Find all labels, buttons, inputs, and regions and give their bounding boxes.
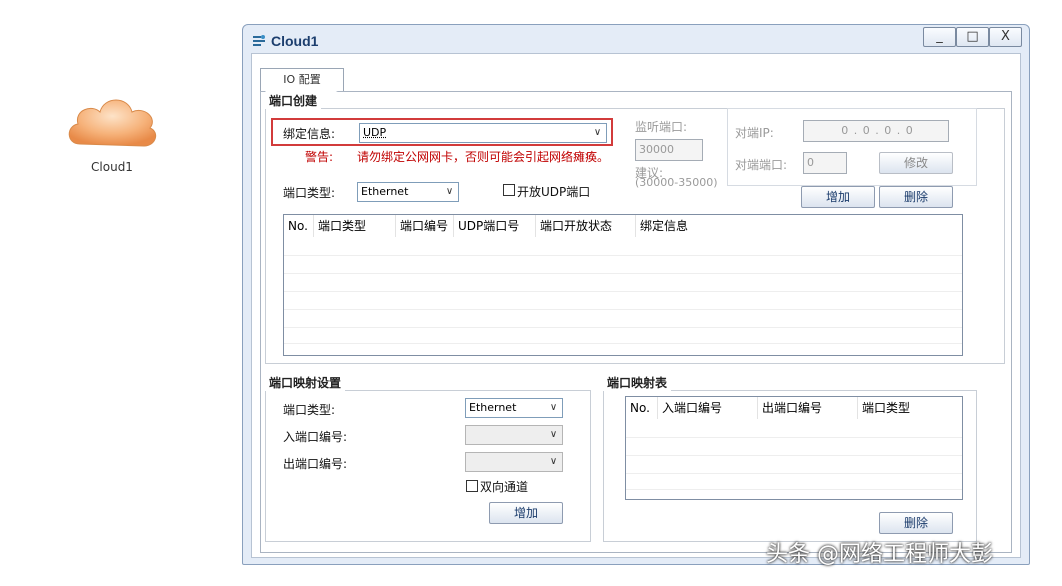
peer-port-label: 对端端口:: [735, 158, 788, 172]
table-row[interactable]: [626, 455, 962, 456]
column-header[interactable]: 端口类型: [858, 397, 962, 419]
minimize-button[interactable]: _: [923, 27, 956, 47]
tab-panel-io-config: 端口创建 绑定信息: UDP ∨ 警告: 请勿绑定公网网卡，否则可能会引起网络瘫…: [260, 90, 1012, 553]
in-port-label: 入端口编号:: [283, 430, 348, 444]
delete-port-button[interactable]: 删除: [879, 186, 953, 208]
table-row[interactable]: [284, 291, 962, 292]
table-row[interactable]: [284, 343, 962, 344]
in-port-select[interactable]: ∨: [465, 425, 563, 445]
warning-text: 请勿绑定公网网卡，否则可能会引起网络瘫痪。: [357, 150, 610, 164]
close-button[interactable]: X: [989, 27, 1022, 47]
tab-io-config[interactable]: IO 配置: [260, 68, 344, 92]
bidirectional-label: 双向通道: [480, 480, 529, 494]
table-row[interactable]: [284, 255, 962, 256]
warning-label: 警告:: [305, 150, 334, 164]
mapping-table[interactable]: No. 入端口编号 出端口编号 端口类型: [625, 396, 963, 500]
table-row[interactable]: [626, 473, 962, 474]
title-bar[interactable]: Cloud1 _ □ X: [243, 25, 1029, 55]
open-udp-checkbox[interactable]: [503, 184, 515, 196]
cloud-config-window: Cloud1 _ □ X IO 配置 端口创建 绑定信息: UDP ∨ 警告: …: [242, 24, 1030, 565]
cloud-device-label: Cloud1: [91, 160, 133, 174]
modify-button[interactable]: 修改: [879, 152, 953, 174]
chevron-down-icon: ∨: [549, 456, 558, 467]
chevron-down-icon: ∨: [593, 127, 602, 138]
table-row[interactable]: [284, 327, 962, 328]
window-client-area: IO 配置 端口创建 绑定信息: UDP ∨ 警告: 请勿绑定公网网卡，否则可能…: [251, 53, 1021, 558]
out-port-label: 出端口编号:: [283, 457, 348, 471]
chevron-down-icon: ∨: [549, 402, 558, 413]
peer-port-input[interactable]: 0: [803, 152, 847, 174]
out-port-select[interactable]: ∨: [465, 452, 563, 472]
table-row[interactable]: [284, 273, 962, 274]
add-port-button[interactable]: 增加: [801, 186, 875, 208]
port-type-value: Ethernet: [361, 185, 409, 198]
bind-info-select[interactable]: UDP ∨: [359, 123, 607, 143]
window-title: Cloud1: [271, 33, 319, 49]
port-type-label: 端口类型:: [283, 186, 336, 200]
table-row[interactable]: [284, 309, 962, 310]
column-header[interactable]: UDP端口号: [454, 215, 536, 237]
chevron-down-icon: ∨: [445, 186, 454, 197]
maximize-button[interactable]: □: [956, 27, 989, 47]
mapping-port-type-label: 端口类型:: [283, 403, 336, 417]
column-header[interactable]: No.: [626, 397, 658, 419]
suggest-range: (30000-35000): [635, 176, 718, 189]
add-mapping-button[interactable]: 增加: [489, 502, 563, 524]
listen-port-label: 监听端口:: [635, 120, 688, 134]
column-header[interactable]: 入端口编号: [658, 397, 758, 419]
chevron-down-icon: ∨: [549, 429, 558, 440]
port-table[interactable]: No. 端口类型 端口编号 UDP端口号 端口开放状态 绑定信息: [283, 214, 963, 356]
group-title-port-create: 端口创建: [265, 92, 322, 109]
column-header[interactable]: 出端口编号: [758, 397, 858, 419]
bidirectional-checkbox[interactable]: [466, 480, 478, 492]
group-title-port-mapping-table: 端口映射表: [603, 374, 672, 391]
cloud-app-icon: [251, 33, 267, 49]
bind-info-value: UDP: [363, 126, 387, 139]
peer-ip-input[interactable]: 0 . 0 . 0 . 0: [803, 120, 949, 142]
open-udp-label: 开放UDP端口: [517, 185, 591, 199]
column-header[interactable]: No.: [284, 215, 314, 237]
port-type-select[interactable]: Ethernet ∨: [357, 182, 459, 202]
bind-info-label: 绑定信息:: [283, 127, 336, 141]
listen-port-input[interactable]: 30000: [635, 139, 703, 161]
group-title-port-mapping-settings: 端口映射设置: [265, 374, 346, 391]
column-header[interactable]: 端口开放状态: [536, 215, 636, 237]
delete-mapping-button[interactable]: 删除: [879, 512, 953, 534]
watermark-text: 头条 @网络工程师大彭: [766, 542, 993, 567]
mapping-port-type-value: Ethernet: [469, 401, 517, 414]
peer-ip-label: 对端IP:: [735, 126, 774, 140]
column-header[interactable]: 端口编号: [396, 215, 454, 237]
column-header[interactable]: 绑定信息: [636, 215, 962, 237]
table-row[interactable]: [626, 437, 962, 438]
mapping-port-type-select[interactable]: Ethernet ∨: [465, 398, 563, 418]
column-header[interactable]: 端口类型: [314, 215, 396, 237]
table-row[interactable]: [626, 489, 962, 490]
